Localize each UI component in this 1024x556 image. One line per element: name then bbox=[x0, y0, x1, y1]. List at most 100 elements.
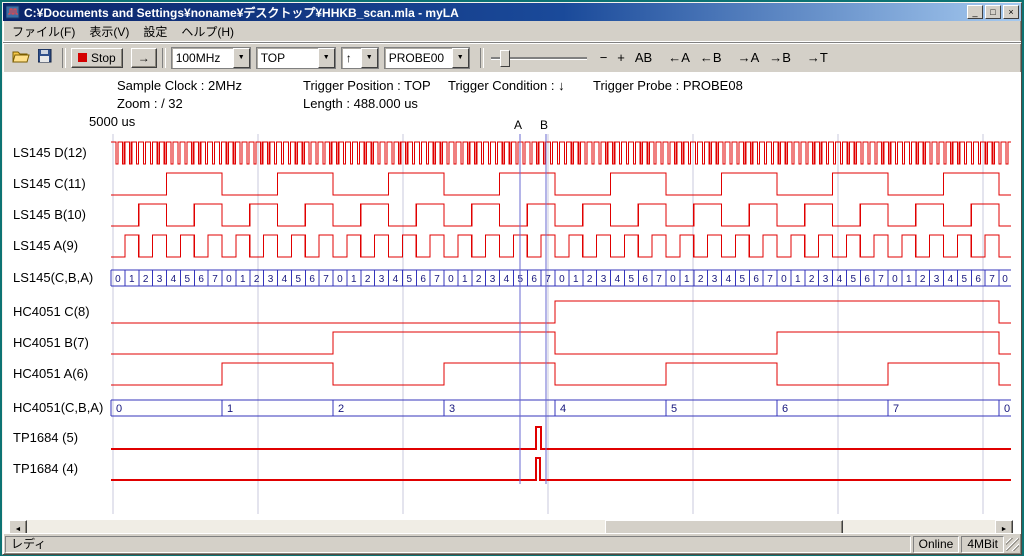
title-bar[interactable]: C:¥Documents and Settings¥noname¥デスクトップ¥… bbox=[3, 3, 1021, 21]
goto-marker-a-left-button[interactable]: ←A bbox=[663, 48, 695, 68]
svg-text:0: 0 bbox=[1004, 403, 1010, 415]
svg-text:5: 5 bbox=[962, 274, 968, 285]
open-file-button[interactable] bbox=[9, 47, 33, 69]
horizontal-scrollbar[interactable]: ◄ ► bbox=[9, 520, 1013, 533]
svg-text:5: 5 bbox=[740, 274, 746, 285]
toolbar-separator bbox=[162, 48, 166, 68]
desktop: C:¥Documents and Settings¥noname¥デスクトップ¥… bbox=[0, 0, 1024, 556]
channel-label[interactable]: HC4051 A(6) bbox=[13, 366, 88, 381]
zoom-out-button[interactable]: − bbox=[595, 48, 613, 68]
trigger-position-select[interactable]: TOP ▼ bbox=[256, 47, 336, 69]
svg-text:4: 4 bbox=[393, 274, 399, 285]
svg-text:0: 0 bbox=[670, 274, 676, 285]
scroll-left-icon[interactable]: ◄ bbox=[9, 520, 27, 533]
svg-text:1: 1 bbox=[462, 274, 468, 285]
svg-text:3: 3 bbox=[157, 274, 163, 285]
svg-text:3: 3 bbox=[601, 274, 607, 285]
marker-label-B[interactable]: B bbox=[540, 118, 548, 132]
channel-label[interactable]: TP1684 (4) bbox=[13, 461, 78, 476]
chevron-down-icon[interactable]: ▼ bbox=[318, 48, 335, 68]
channel-label[interactable]: HC4051(C,B,A) bbox=[13, 400, 103, 415]
svg-text:2: 2 bbox=[587, 274, 593, 285]
trigger-edge-select[interactable]: ↑ ▼ bbox=[341, 47, 379, 69]
channel-label[interactable]: LS145 C(11) bbox=[13, 176, 86, 191]
svg-text:3: 3 bbox=[449, 403, 455, 415]
chevron-down-icon[interactable]: ▼ bbox=[361, 48, 378, 68]
goto-marker-b-right-button[interactable]: →B bbox=[764, 48, 796, 68]
resize-grip[interactable] bbox=[1006, 538, 1019, 551]
window-title: C:¥Documents and Settings¥noname¥デスクトップ¥… bbox=[24, 4, 967, 21]
status-bar: レディ Online 4MBit bbox=[3, 533, 1021, 554]
svg-text:2: 2 bbox=[365, 274, 371, 285]
svg-text:3: 3 bbox=[268, 274, 274, 285]
stop-button[interactable]: Stop bbox=[71, 48, 123, 68]
svg-text:7: 7 bbox=[893, 403, 899, 415]
chevron-down-icon[interactable]: ▼ bbox=[233, 48, 250, 68]
svg-text:1: 1 bbox=[906, 274, 912, 285]
svg-text:6: 6 bbox=[864, 274, 870, 285]
svg-text:6: 6 bbox=[531, 274, 537, 285]
svg-text:7: 7 bbox=[878, 274, 884, 285]
sample-clock-select[interactable]: 100MHz ▼ bbox=[171, 47, 251, 69]
goto-marker-a-right-button[interactable]: →A bbox=[733, 48, 765, 68]
svg-text:0: 0 bbox=[892, 274, 898, 285]
menu-bar: ファイル(F) 表示(V) 設定 ヘルプ(H) bbox=[3, 21, 1021, 42]
zoom-ab-button[interactable]: AB bbox=[630, 48, 657, 68]
run-button[interactable]: → bbox=[131, 48, 157, 68]
svg-text:6: 6 bbox=[975, 274, 981, 285]
chevron-down-icon[interactable]: ▼ bbox=[452, 48, 469, 68]
save-button[interactable] bbox=[33, 47, 57, 69]
svg-text:5: 5 bbox=[851, 274, 857, 285]
svg-text:1: 1 bbox=[129, 274, 135, 285]
menu-file[interactable]: ファイル(F) bbox=[5, 21, 82, 42]
trigger-probe-select[interactable]: PROBE00 ▼ bbox=[384, 47, 470, 69]
marker-label-A[interactable]: A bbox=[514, 118, 522, 132]
svg-text:5: 5 bbox=[518, 274, 524, 285]
svg-text:6: 6 bbox=[642, 274, 648, 285]
goto-trigger-button[interactable]: →T bbox=[802, 48, 833, 68]
scrollbar-thumb[interactable] bbox=[605, 520, 843, 533]
svg-text:4: 4 bbox=[560, 403, 566, 415]
svg-text:6: 6 bbox=[198, 274, 204, 285]
menu-view[interactable]: 表示(V) bbox=[82, 21, 136, 42]
stop-icon bbox=[78, 53, 87, 62]
svg-text:0: 0 bbox=[226, 274, 232, 285]
maximize-button[interactable]: □ bbox=[985, 5, 1001, 19]
svg-text:2: 2 bbox=[809, 274, 815, 285]
zoom-in-button[interactable]: + bbox=[612, 48, 630, 68]
close-button[interactable]: × bbox=[1003, 5, 1019, 19]
svg-text:5: 5 bbox=[629, 274, 635, 285]
channel-label[interactable]: LS145 B(10) bbox=[13, 207, 86, 222]
svg-text:4: 4 bbox=[171, 274, 177, 285]
channel-label[interactable]: LS145 A(9) bbox=[13, 238, 78, 253]
svg-text:6: 6 bbox=[309, 274, 315, 285]
toolbar: Stop → 100MHz ▼ TOP ▼ ↑ ▼ PROBE00 ▼ bbox=[3, 42, 1021, 72]
svg-text:2: 2 bbox=[338, 403, 344, 415]
channel-label[interactable]: TP1684 (5) bbox=[13, 430, 78, 445]
svg-text:7: 7 bbox=[767, 274, 773, 285]
svg-text:0: 0 bbox=[781, 274, 787, 285]
svg-text:4: 4 bbox=[615, 274, 621, 285]
channel-label[interactable]: HC4051 C(8) bbox=[13, 304, 90, 319]
channel-label[interactable]: HC4051 B(7) bbox=[13, 335, 89, 350]
goto-marker-b-left-button[interactable]: ←B bbox=[695, 48, 727, 68]
channel-label[interactable]: LS145(C,B,A) bbox=[13, 270, 93, 285]
zoom-slider-thumb[interactable] bbox=[500, 50, 510, 67]
svg-text:5: 5 bbox=[185, 274, 191, 285]
svg-text:2: 2 bbox=[476, 274, 482, 285]
minimize-button[interactable]: _ bbox=[967, 5, 983, 19]
scrollbar-trough[interactable] bbox=[27, 520, 995, 533]
channel-label[interactable]: LS145 D(12) bbox=[13, 145, 87, 160]
zoom-slider[interactable] bbox=[491, 48, 587, 68]
menu-help[interactable]: ヘルプ(H) bbox=[174, 21, 241, 42]
svg-text:1: 1 bbox=[795, 274, 801, 285]
waveform-canvas[interactable]: 0123456701234567012345670123456701234567… bbox=[3, 72, 1019, 533]
svg-text:0: 0 bbox=[337, 274, 343, 285]
svg-text:6: 6 bbox=[753, 274, 759, 285]
scroll-right-icon[interactable]: ► bbox=[995, 520, 1013, 533]
svg-text:6: 6 bbox=[420, 274, 426, 285]
menu-settings[interactable]: 設定 bbox=[136, 21, 174, 42]
app-icon bbox=[6, 5, 20, 19]
svg-text:6: 6 bbox=[782, 403, 788, 415]
toolbar-separator bbox=[62, 48, 66, 68]
